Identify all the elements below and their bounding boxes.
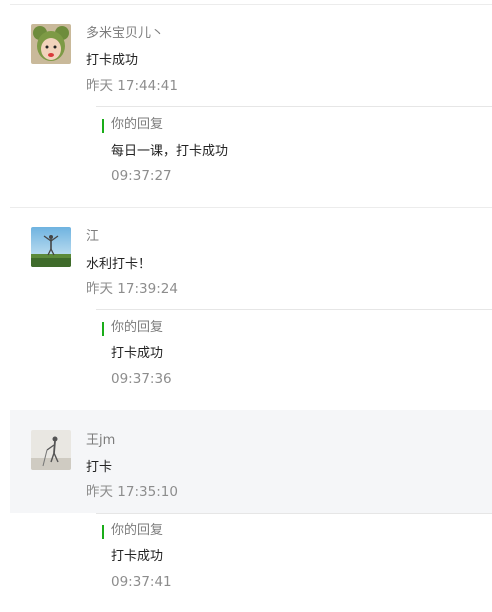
child-photo-avatar-icon: [31, 24, 71, 64]
reply-label: 你的回复: [111, 523, 164, 538]
reply-label: 你的回复: [111, 117, 164, 132]
reply-time: 09:37:36: [111, 371, 172, 387]
comment-content: 打卡: [86, 460, 113, 475]
reply-separator: [96, 309, 492, 310]
comment-time: 昨天 17:35:10: [86, 484, 178, 500]
reply-label: 你的回复: [111, 320, 164, 335]
comment-content: 打卡成功: [86, 53, 139, 68]
comment-highlight-bg: [10, 410, 492, 513]
avatar[interactable]: [31, 430, 71, 470]
reply-accent-bar: [102, 525, 104, 539]
reply-content: 打卡成功: [111, 549, 164, 564]
reply-content: 每日一课，打卡成功: [111, 144, 229, 159]
avatar[interactable]: [31, 24, 71, 64]
reply-separator: [96, 513, 492, 514]
reply-content: 打卡成功: [111, 346, 164, 361]
comment-nickname: 多米宝贝儿丶: [86, 26, 165, 41]
reply-accent-bar: [102, 322, 104, 336]
comment-content: 水利打卡！: [86, 257, 152, 272]
avatar[interactable]: [31, 227, 71, 267]
reply-separator: [96, 106, 492, 107]
top-divider: [10, 4, 492, 5]
reply-accent-bar: [102, 119, 104, 133]
person-sketch-avatar-icon: [31, 430, 71, 470]
comment-time: 昨天 17:44:41: [86, 78, 178, 94]
comment-divider: [10, 207, 492, 208]
reply-time: 09:37:41: [111, 574, 172, 590]
comment-time: 昨天 17:39:24: [86, 281, 178, 297]
comment-nickname: 王jm: [86, 433, 116, 448]
comment-nickname: 江: [86, 229, 100, 244]
landscape-photo-avatar-icon: [31, 227, 71, 267]
reply-time: 09:37:27: [111, 168, 172, 184]
